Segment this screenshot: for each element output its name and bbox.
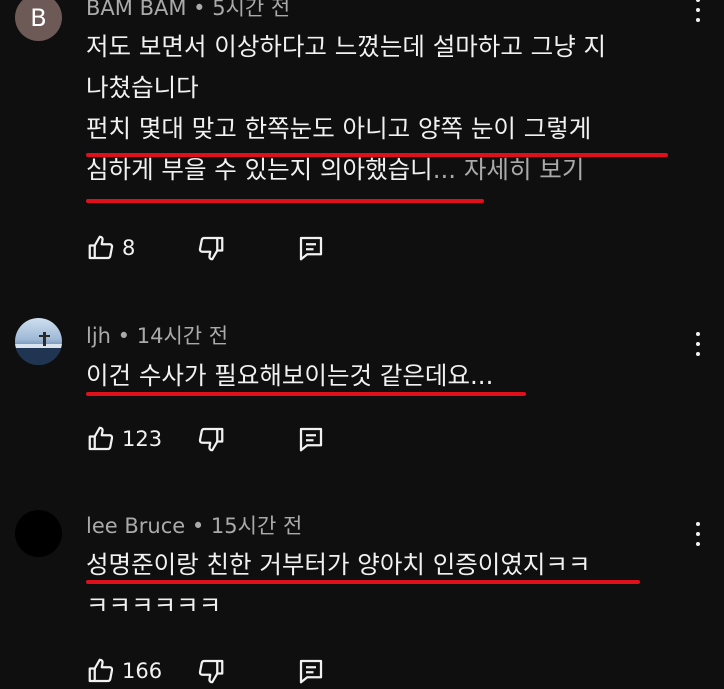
comment-time[interactable]: 15시간 전	[211, 514, 302, 538]
avatar-letter: B	[30, 3, 47, 32]
comment-body: 저도 보면서 이상하다고 느꼈는데 설마하고 그냥 지 나쳤습니다 펀치 몇대 …	[86, 26, 686, 190]
more-vertical-icon[interactable]	[690, 522, 706, 546]
comment-line: 나쳤습니다	[86, 73, 199, 102]
red-underline	[86, 580, 640, 584]
comment-actions: 8	[86, 231, 323, 265]
comment-meta: BAM BAM • 5시간 전	[86, 0, 290, 22]
like-count: 166	[122, 659, 163, 683]
like-count: 123	[122, 427, 163, 451]
red-underline	[86, 199, 484, 203]
read-more-link[interactable]: ... 자세히 보기	[433, 155, 585, 184]
thumbs-down-icon[interactable]	[196, 233, 226, 263]
thumbs-down-icon[interactable]	[196, 656, 226, 686]
comment-time[interactable]: 5시간 전	[212, 0, 290, 20]
comment-line: 이건 수사가 필요해보이는것 같은데요...	[86, 361, 494, 390]
comment-body: 성명준이랑 친한 거부터가 양아치 인증이였지ㅋㅋ ㅋㅋㅋㅋㅋㅋ	[86, 544, 686, 626]
reply-icon[interactable]	[296, 656, 326, 686]
comment-body: 이건 수사가 필요해보이는것 같은데요...	[86, 355, 686, 396]
red-underline	[86, 392, 526, 396]
comment-line: 저도 보면서 이상하다고 느꼈는데 설마하고 그냥 지	[86, 32, 607, 61]
author-name[interactable]: ljh	[86, 324, 111, 348]
avatar[interactable]	[15, 510, 62, 557]
red-underline	[86, 153, 668, 157]
thumbs-down-icon[interactable]	[196, 424, 226, 454]
more-vertical-icon[interactable]	[690, 332, 706, 356]
more-vertical-icon[interactable]	[690, 0, 706, 22]
avatar[interactable]: B	[15, 0, 62, 41]
author-name[interactable]: lee Bruce	[86, 514, 185, 538]
comment-actions: 166	[86, 654, 323, 688]
like-count: 8	[122, 236, 136, 260]
thumbs-up-icon[interactable]	[86, 656, 116, 686]
comment-line-text: 심하게 부을 수 있는지 의아했습니	[86, 155, 433, 184]
thumbs-up-icon[interactable]	[86, 424, 116, 454]
avatar-photo-icon	[15, 332, 62, 365]
reply-icon[interactable]	[296, 424, 326, 454]
author-name[interactable]: BAM BAM	[86, 0, 186, 20]
reply-icon[interactable]	[296, 233, 326, 263]
comment-line: ㅋㅋㅋㅋㅋㅋ	[86, 591, 222, 620]
comment-line: 성명준이랑 친한 거부터가 양아치 인증이였지ㅋㅋ	[86, 550, 591, 579]
thumbs-up-icon[interactable]	[86, 233, 116, 263]
comment-actions: 123	[86, 422, 323, 456]
comment-meta: lee Bruce • 15시간 전	[86, 514, 303, 538]
comment-line: 펀치 몇대 맞고 한쪽눈도 아니고 양쪽 눈이 그렇게	[86, 114, 592, 143]
comment-time[interactable]: 14시간 전	[137, 324, 228, 348]
avatar[interactable]	[15, 318, 62, 365]
comment-meta: ljh • 14시간 전	[86, 324, 229, 348]
